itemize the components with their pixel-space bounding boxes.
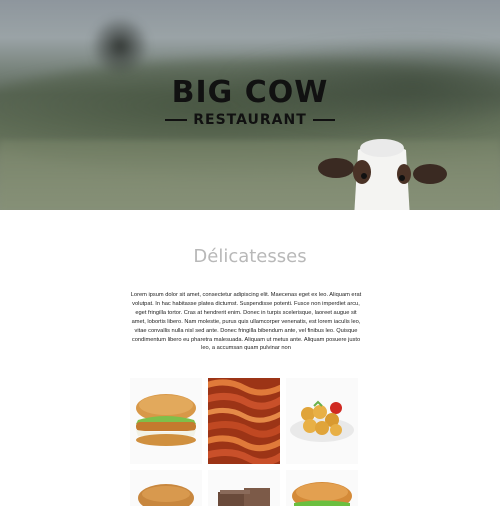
gallery-item-chicken-burger[interactable] — [130, 378, 202, 464]
brand-subtitle: RESTAURANT — [193, 112, 307, 128]
gallery-item-burger[interactable] — [130, 470, 202, 506]
brownie-photo — [208, 470, 280, 506]
brand-title: BIG COW — [171, 75, 329, 110]
gallery-item-bacon[interactable] — [208, 378, 280, 464]
chicken-burger-photo — [130, 378, 202, 464]
gallery-item-cheeseburger[interactable] — [286, 470, 358, 506]
brand-logo[interactable]: BIG COW RESTAURANT — [0, 76, 500, 128]
divider — [165, 119, 188, 121]
burger-photo — [130, 470, 202, 506]
hero-banner: BIG COW RESTAURANT — [0, 0, 500, 210]
brand-subtitle-row: RESTAURANT — [0, 112, 500, 128]
nuggets-photo — [286, 378, 358, 464]
bacon-photo — [208, 378, 280, 464]
cheeseburger-photo — [286, 470, 358, 506]
divider — [312, 119, 335, 121]
gallery-item-nuggets[interactable] — [286, 378, 358, 464]
section-title: Délicatesses — [193, 246, 307, 267]
section-body: Lorem ipsum dolor sit amet, consectetur … — [130, 292, 362, 352]
gallery-item-brownie[interactable] — [208, 470, 280, 506]
cow-image — [318, 139, 447, 210]
bird-icon — [90, 16, 150, 76]
